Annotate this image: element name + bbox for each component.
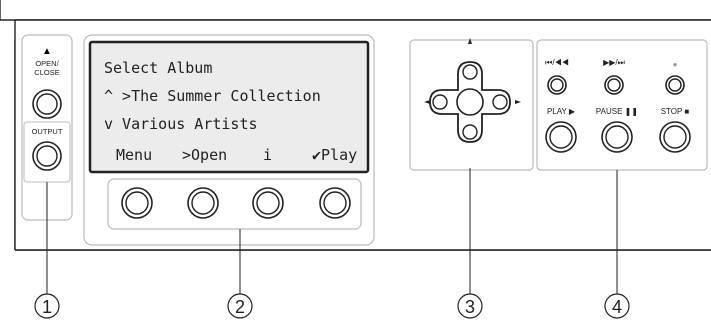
lcd-title-line: Select Album [104,59,212,77]
callout-number-2: 2 [235,297,245,317]
callout-4: 4 [604,293,630,319]
lcd-selected-item: ^ >The Summer Collection [104,87,321,105]
softkey-button-4[interactable] [319,187,351,219]
nav-left-button[interactable] [432,94,448,110]
softkey-button-1[interactable] [121,187,153,219]
softkey-label-info: i [263,146,272,164]
record-button[interactable] [665,75,685,95]
pause-button[interactable] [601,121,633,153]
softkey-label-open: >Open [182,146,227,164]
eject-icon: ▲ [42,46,52,57]
callout-2: 2 [227,293,253,319]
device-front-panel-diagram: ▲ OPEN/ CLOSE OUTPUT Select Album ^ >The… [0,0,711,319]
callout-number-1: 1 [42,297,52,317]
callout-3: 3 [457,293,483,319]
play-button[interactable] [545,121,577,153]
output-label: OUTPUT [32,127,63,136]
pause-label: PAUSE ❚❚ [596,107,638,116]
transport-panel: ⏮/◀◀ ▶▶/⏭ ● PLAY ▶ PAUSE ❚❚ STOP ■ [536,39,708,171]
nav-select-button[interactable] [456,88,484,116]
navigation-panel [409,38,534,172]
open-close-button[interactable] [32,89,62,119]
display-panel: Select Album ^ >The Summer Collection v … [83,34,375,246]
softkey-label-menu: Menu [116,146,152,164]
nav-right-button[interactable] [492,94,508,110]
nav-down-button[interactable] [462,124,478,140]
stop-button[interactable] [659,121,691,153]
open-close-label-line1: OPEN/ [35,59,59,68]
output-button[interactable] [32,141,62,171]
record-dot-icon: ● [673,60,678,69]
next-forward-button[interactable] [604,75,624,95]
play-label: PLAY ▶ [547,107,576,116]
previous-rewind-button[interactable] [547,75,567,95]
open-close-label-line2: CLOSE [34,68,59,77]
stop-label: STOP ■ [661,107,690,116]
softkey-button-2[interactable] [187,187,219,219]
softkey-label-play: ✔Play [312,146,357,164]
callout-number-4: 4 [612,297,622,317]
nav-up-button[interactable] [462,64,478,80]
softkey-button-3[interactable] [252,187,284,219]
callout-number-3: 3 [465,297,475,317]
callout-1: 1 [34,293,60,319]
previous-rewind-icon: ⏮/◀◀ [545,58,569,67]
lcd-next-item: v Various Artists [104,115,258,133]
next-forward-icon: ▶▶/⏭ [603,58,625,67]
